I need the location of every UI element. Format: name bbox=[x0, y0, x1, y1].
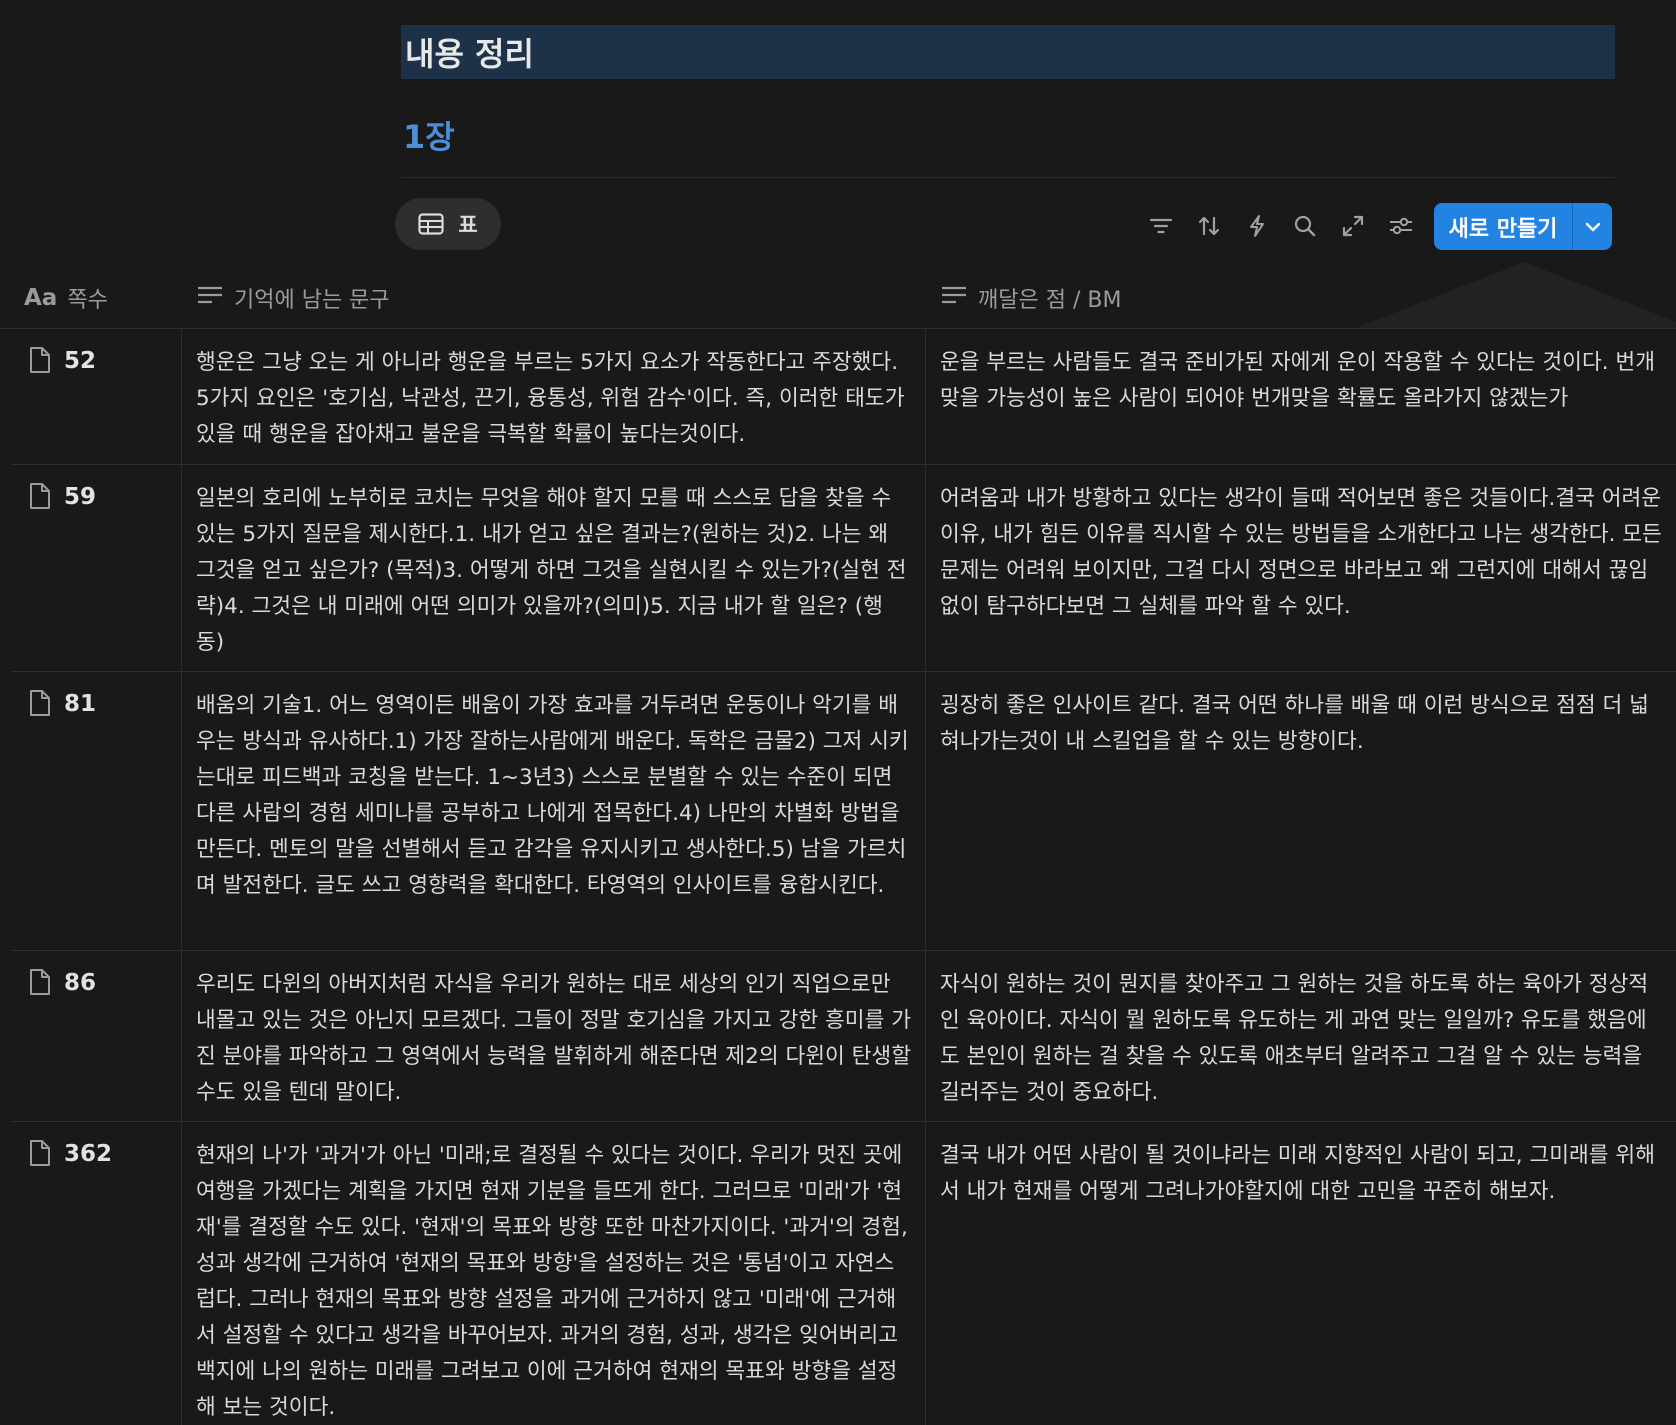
table-row[interactable]: 362 현재의 나'가 '과거'가 아닌 '미래;로 결정될 수 있다는 것이다… bbox=[12, 1122, 1676, 1425]
page-number[interactable]: 81 bbox=[64, 688, 96, 720]
chapter-heading[interactable]: 1장 bbox=[403, 112, 455, 158]
column-label: 깨달은 점 / BM bbox=[978, 288, 1122, 313]
column-label: 기억에 남는 문구 bbox=[234, 288, 390, 313]
chevron-down-icon[interactable] bbox=[1573, 221, 1612, 233]
insight-cell[interactable]: 결국 내가 어떤 사람이 될 것이냐라는 미래 지향적인 사람이 되고, 그미래… bbox=[926, 1122, 1676, 1425]
section-divider bbox=[401, 177, 1615, 178]
database-table: Aa 쪽수 기억에 남는 문구 깨달은 점 / BM 52 행운은 그냥 오는 … bbox=[0, 268, 1676, 1425]
insight-cell[interactable]: 어려움과 내가 방황하고 있다는 생각이 들때 적어보면 좋은 것들이다.결국 … bbox=[926, 465, 1676, 671]
new-button-label[interactable]: 새로 만들기 bbox=[1434, 211, 1572, 243]
sort-icon[interactable] bbox=[1194, 211, 1224, 241]
new-button[interactable]: 새로 만들기 bbox=[1434, 203, 1612, 250]
insight-cell[interactable]: 운을 부르는 사람들도 결국 준비가된 자에게 운이 작용할 수 있다는 것이다… bbox=[926, 329, 1676, 464]
page-cell[interactable]: 362 bbox=[12, 1122, 182, 1425]
page-icon bbox=[28, 688, 52, 722]
table-row[interactable]: 59 일본의 호리에 노부히로 코치는 무엇을 해야 할지 모를 때 스스로 답… bbox=[12, 465, 1676, 672]
table-row[interactable]: 81 배움의 기술1. 어느 영역이든 배움이 가장 효과를 거두려면 운동이나… bbox=[12, 672, 1676, 951]
page-cell[interactable]: 52 bbox=[12, 329, 182, 464]
page-number[interactable]: 86 bbox=[64, 967, 96, 999]
page-icon bbox=[28, 967, 52, 1001]
insight-cell[interactable]: 자식이 원하는 것이 뭔지를 찾아주고 그 원하는 것을 하도록 하는 육아가 … bbox=[926, 951, 1676, 1121]
text-lines-icon bbox=[196, 284, 224, 312]
title-property-icon: Aa bbox=[24, 285, 58, 311]
page-number[interactable]: 362 bbox=[64, 1138, 112, 1170]
table-icon bbox=[418, 213, 444, 235]
view-tab-table[interactable]: 표 bbox=[395, 198, 501, 250]
page-icon bbox=[28, 345, 52, 379]
column-header-insight[interactable]: 깨달은 점 / BM bbox=[940, 268, 1121, 328]
database-toolbar bbox=[1146, 206, 1416, 246]
memo-cell[interactable]: 행운은 그냥 오는 게 아니라 행운을 부르는 5가지 요소가 작동한다고 주장… bbox=[182, 329, 926, 464]
page-number[interactable]: 59 bbox=[64, 481, 96, 513]
page-cell[interactable]: 86 bbox=[12, 951, 182, 1121]
expand-icon[interactable] bbox=[1338, 211, 1368, 241]
view-tab-label: 표 bbox=[458, 213, 478, 237]
page-icon bbox=[28, 481, 52, 515]
page-heading-block[interactable]: 내용 정리 bbox=[401, 25, 1615, 79]
lightning-icon[interactable] bbox=[1242, 211, 1272, 241]
table-header: Aa 쪽수 기억에 남는 문구 깨달은 점 / BM bbox=[0, 268, 1676, 329]
page-root: 내용 정리 1장 표 새로 만들기 Aa 쪽수 기억에 남는 문구 깨달은 점 … bbox=[0, 0, 1676, 1425]
column-header-memo[interactable]: 기억에 남는 문구 bbox=[196, 268, 390, 328]
memo-cell[interactable]: 일본의 호리에 노부히로 코치는 무엇을 해야 할지 모를 때 스스로 답을 찾… bbox=[182, 465, 926, 671]
table-body: 52 행운은 그냥 오는 게 아니라 행운을 부르는 5가지 요소가 작동한다고… bbox=[0, 329, 1676, 1425]
filter-icon[interactable] bbox=[1146, 211, 1176, 241]
page-cell[interactable]: 81 bbox=[12, 672, 182, 950]
search-icon[interactable] bbox=[1290, 211, 1320, 241]
memo-cell[interactable]: 배움의 기술1. 어느 영역이든 배움이 가장 효과를 거두려면 운동이나 악기… bbox=[182, 672, 926, 950]
table-row[interactable]: 52 행운은 그냥 오는 게 아니라 행운을 부르는 5가지 요소가 작동한다고… bbox=[12, 329, 1676, 465]
page-heading[interactable]: 내용 정리 bbox=[405, 29, 534, 75]
page-cell[interactable]: 59 bbox=[12, 465, 182, 671]
memo-cell[interactable]: 우리도 다윈의 아버지처럼 자식을 우리가 원하는 대로 세상의 인기 직업으로… bbox=[182, 951, 926, 1121]
page-icon bbox=[28, 1138, 52, 1172]
settings-sliders-icon[interactable] bbox=[1386, 211, 1416, 241]
column-label: 쪽수 bbox=[67, 288, 108, 313]
memo-cell[interactable]: 현재의 나'가 '과거'가 아닌 '미래;로 결정될 수 있다는 것이다. 우리… bbox=[182, 1122, 926, 1425]
text-lines-icon bbox=[940, 284, 968, 312]
insight-cell[interactable]: 굉장히 좋은 인사이트 같다. 결국 어떤 하나를 배울 때 이런 방식으로 점… bbox=[926, 672, 1676, 950]
column-header-page[interactable]: Aa 쪽수 bbox=[24, 268, 108, 328]
table-row[interactable]: 86 우리도 다윈의 아버지처럼 자식을 우리가 원하는 대로 세상의 인기 직… bbox=[12, 951, 1676, 1122]
page-number[interactable]: 52 bbox=[64, 345, 96, 377]
